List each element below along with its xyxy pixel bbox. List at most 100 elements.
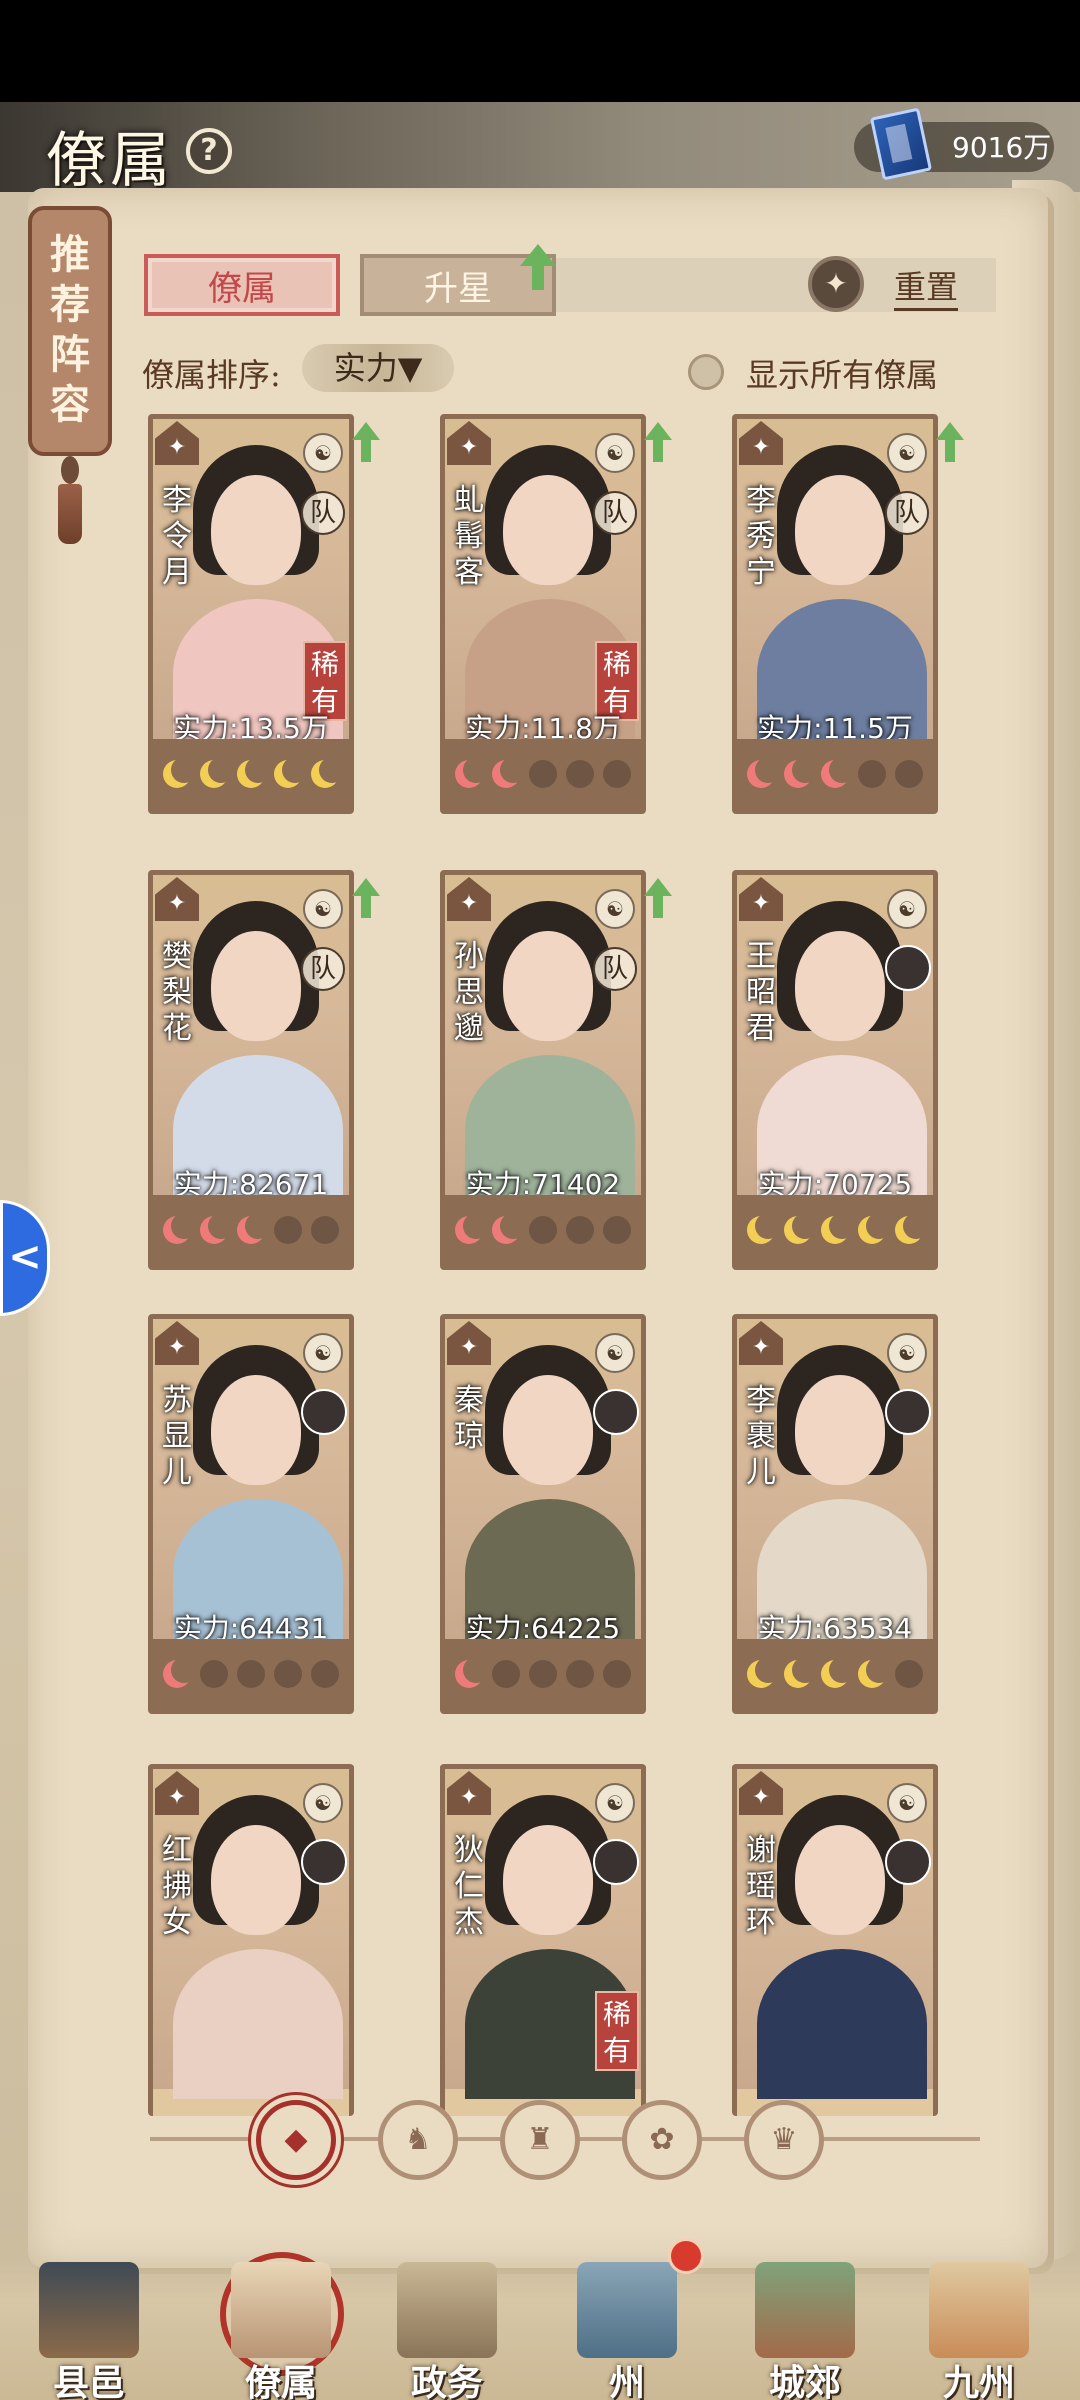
card-name: 狄仁杰	[449, 1833, 489, 1941]
subordinate-card[interactable]: ✦ ☯ 秦琼实力:64225	[440, 1314, 646, 1714]
nav-county[interactable]: 县邑	[14, 2262, 164, 2400]
name-char: 拂	[162, 1869, 192, 1904]
subordinate-card[interactable]: ✦ ☯ 李裹儿实力:63534	[732, 1314, 938, 1714]
subordinate-card[interactable]: ✦ ☯ 队李令月稀有 实力:13.5万	[148, 414, 354, 814]
moon-icon	[784, 1213, 819, 1244]
upgrade-arrow-icon	[644, 878, 672, 918]
status-bar	[0, 0, 1080, 102]
name-char: 宁	[746, 555, 776, 590]
nav-state[interactable]: 州	[552, 2262, 702, 2400]
tab-subordinates[interactable]: 僚属	[144, 254, 340, 316]
name-char: 昭	[746, 975, 776, 1010]
moon-icon	[857, 760, 886, 788]
avatar	[593, 1389, 639, 1435]
nav-affairs[interactable]: 政务	[372, 2262, 522, 2400]
card-name: 谢瑶环	[741, 1833, 781, 1941]
moon-icon	[492, 1213, 527, 1244]
team-badge: 队	[301, 491, 345, 535]
moon-icon	[273, 757, 308, 788]
filter-fan-button[interactable]: ✿	[622, 2100, 702, 2180]
card-name: 苏显儿	[157, 1383, 197, 1491]
moon-icon	[163, 757, 198, 788]
name-char: 客	[454, 555, 484, 590]
moon-icon	[455, 1213, 490, 1244]
name-char: 月	[162, 555, 192, 590]
name-char: 李	[162, 483, 192, 518]
moon-icon	[857, 1213, 892, 1244]
nav-label: 城郊	[768, 2362, 841, 2400]
moon-icon	[310, 1660, 339, 1688]
avatar	[301, 1389, 347, 1435]
help-icon[interactable]: ?	[186, 128, 232, 174]
card-name: 李令月	[157, 483, 197, 591]
star-row	[737, 739, 933, 809]
name-char: 邈	[454, 1011, 484, 1046]
upgrade-arrow-icon	[520, 244, 556, 290]
upgrade-arrow-icon	[352, 422, 380, 462]
notification-dot	[668, 2238, 704, 2274]
affairs-icon	[397, 2262, 497, 2358]
team-badge: 队	[593, 947, 637, 991]
avatar	[593, 1839, 639, 1885]
moon-icon	[747, 1213, 782, 1244]
filter-lion-button[interactable]: ♛	[744, 2100, 824, 2180]
upgrade-arrow-icon	[352, 878, 380, 918]
moon-icon	[492, 1660, 521, 1688]
reset-icon: ✦	[808, 256, 864, 312]
sort-label: 僚属排序:	[142, 356, 281, 394]
county-icon	[39, 2262, 139, 2358]
tassel-decoration	[58, 456, 82, 546]
name-char: 裹	[746, 1419, 776, 1454]
subordinate-card[interactable]: ✦ ☯ 王昭君实力:70725	[732, 870, 938, 1270]
moon-icon	[894, 760, 923, 788]
moon-icon	[273, 1660, 302, 1688]
class-icon: ☯	[887, 433, 927, 473]
filter-tiger-button[interactable]: ♞	[378, 2100, 458, 2180]
moon-icon	[236, 1660, 265, 1688]
recommend-char: 推	[50, 231, 90, 278]
reset-button[interactable]: ✦ 重置	[808, 254, 998, 314]
sort-dropdown[interactable]: 实力▼	[302, 344, 454, 392]
moon-icon	[602, 760, 631, 788]
class-icon: ☯	[595, 433, 635, 473]
card-name: 孙思邈	[449, 939, 489, 1047]
name-char: 仁	[454, 1869, 484, 1904]
subordinate-card[interactable]: ✦ ☯ 队樊梨花实力:82671	[148, 870, 354, 1270]
subordinate-card[interactable]: ✦ ☯ 队虬髯客稀有 实力:11.8万	[440, 414, 646, 814]
recommend-lineup-tag[interactable]: 推 荐 阵 容	[28, 206, 112, 456]
nav-nine-states[interactable]: 九州	[904, 2262, 1054, 2400]
nav-suburbs[interactable]: 城郊	[730, 2262, 880, 2400]
name-char: 琼	[454, 1419, 484, 1454]
filter-all-button[interactable]: ◆	[256, 2100, 336, 2180]
subordinate-card[interactable]: ✦ ☯ 红拂女	[148, 1764, 354, 2116]
subordinate-card[interactable]: ✦ ☯ 谢瑶环	[732, 1764, 938, 2116]
name-char: 王	[746, 939, 776, 974]
subordinate-card[interactable]: ✦ ☯ 苏显儿实力:64431	[148, 1314, 354, 1714]
subordinate-card[interactable]: ✦ ☯ 狄仁杰稀有	[440, 1764, 646, 2116]
name-char: 秀	[746, 519, 776, 554]
reset-label: 重置	[894, 262, 959, 311]
moon-icon	[528, 1660, 557, 1688]
upgrade-arrow-icon	[644, 422, 672, 462]
subordinate-card[interactable]: ✦ ☯ 队李秀宁实力:11.5万	[732, 414, 938, 814]
moon-icon	[528, 1216, 557, 1244]
moon-icon	[455, 1657, 490, 1688]
class-icon: ☯	[887, 1333, 927, 1373]
class-icon: ☯	[595, 1333, 635, 1373]
moon-icon	[163, 1213, 198, 1244]
subordinate-card[interactable]: ✦ ☯ 队孙思邈实力:71402	[440, 870, 646, 1270]
nav-subordinates[interactable]: 僚属	[206, 2252, 356, 2400]
name-char: 令	[162, 519, 192, 554]
name-char: 花	[162, 1011, 192, 1046]
subordinates-icon	[231, 2262, 331, 2358]
filter-ox-button[interactable]: ♜	[500, 2100, 580, 2180]
page-title: 僚属	[46, 126, 174, 196]
name-char: 李	[746, 1383, 776, 1418]
name-char: 杰	[454, 1905, 484, 1940]
rarity-badge: 稀有	[595, 1991, 639, 2071]
team-badge: 队	[593, 491, 637, 535]
name-char: 梨	[162, 975, 192, 1010]
moon-icon	[820, 1213, 855, 1244]
nav-label: 政务	[410, 2362, 483, 2400]
star-row	[153, 739, 349, 809]
